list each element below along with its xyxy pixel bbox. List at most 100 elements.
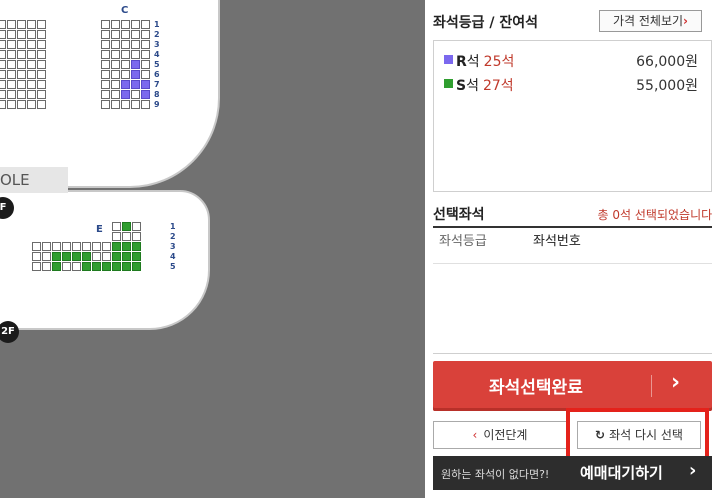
seat [0, 100, 6, 109]
col-seat-number: 좌석번호 [523, 230, 712, 264]
previous-step-button[interactable]: ‹ 이전단계 [433, 421, 567, 449]
col-seat-grade: 좌석등급 [433, 230, 523, 264]
seat [111, 20, 120, 29]
seat-available-r[interactable] [141, 80, 150, 89]
seat [32, 262, 41, 271]
seat [121, 100, 130, 109]
row-label: 1 [170, 222, 176, 231]
seat-available-s[interactable] [112, 242, 121, 251]
seat-gap [62, 232, 71, 241]
selected-seats-header: 선택좌석 총 0석 선택되었습니다. [433, 200, 712, 228]
seat-available-s[interactable] [92, 262, 101, 271]
s-seat-swatch-icon [444, 79, 453, 88]
button-divider [651, 375, 652, 397]
seat [0, 20, 6, 29]
seat [72, 262, 81, 271]
row-label: 2 [170, 232, 176, 241]
seat-available-s[interactable] [52, 262, 61, 271]
seat [101, 100, 110, 109]
seat-available-s[interactable] [52, 252, 61, 261]
seat-available-s[interactable] [62, 252, 71, 261]
seat-available-r[interactable] [121, 80, 130, 89]
seat-available-s[interactable] [82, 252, 91, 261]
seat [101, 60, 110, 69]
seat [62, 262, 71, 271]
seat [7, 100, 16, 109]
grade-header: 좌석등급 / 잔여석 가격 전체보기› [433, 10, 712, 34]
seat [141, 30, 150, 39]
seat-gap [32, 232, 41, 241]
seat [37, 70, 46, 79]
row-label: 8 [154, 90, 160, 99]
console-label: OLE [0, 167, 68, 193]
seat [17, 50, 26, 59]
seat [132, 232, 141, 241]
seat-available-s[interactable] [132, 252, 141, 261]
seat [17, 60, 26, 69]
seat [42, 252, 51, 261]
seat [37, 20, 46, 29]
seat-block-lower [32, 222, 141, 271]
seat [141, 50, 150, 59]
complete-selection-button[interactable]: 좌석선택완료 › [433, 361, 712, 411]
seat-gap [72, 222, 81, 231]
seat [131, 50, 140, 59]
chevron-left-icon: ‹ [472, 428, 478, 442]
seat [141, 40, 150, 49]
view-all-prices-button[interactable]: 가격 전체보기› [599, 10, 702, 32]
waitlist-button[interactable]: 원하는 좌석이 없다면?! 예매대기하기 › [433, 456, 712, 490]
r-seat-swatch-icon [444, 55, 453, 64]
seat-gap [42, 232, 51, 241]
row-labels-lower: 12345 [170, 222, 176, 272]
seat-available-s[interactable] [112, 252, 121, 261]
grade-row-r[interactable]: R석 25석 66,000원 [444, 51, 702, 71]
grade-price: 66,000원 [636, 54, 698, 70]
seat-available-s[interactable] [122, 242, 131, 251]
chevron-right-icon: › [689, 460, 697, 481]
seat [27, 80, 36, 89]
seat [101, 90, 110, 99]
seat-available-r[interactable] [141, 90, 150, 99]
seat-available-s[interactable] [122, 262, 131, 271]
seat-available-s[interactable] [72, 252, 81, 261]
seat-available-s[interactable] [112, 262, 121, 271]
seat [27, 60, 36, 69]
seat [111, 40, 120, 49]
grade-name: R [456, 54, 467, 70]
seat-available-s[interactable] [132, 262, 141, 271]
seat [37, 60, 46, 69]
seat [27, 50, 36, 59]
seat-available-r[interactable] [131, 80, 140, 89]
seat [141, 100, 150, 109]
seat-available-s[interactable] [82, 262, 91, 271]
seat-available-s[interactable] [102, 262, 111, 271]
seat [111, 80, 120, 89]
row-label: 5 [154, 60, 160, 69]
seat-available-r[interactable] [121, 90, 130, 99]
seat [27, 20, 36, 29]
seat [17, 80, 26, 89]
seat-available-s[interactable] [132, 242, 141, 251]
waitlist-prompt: 원하는 좌석이 없다면?! [441, 468, 550, 481]
seat [17, 20, 26, 29]
seat [111, 100, 120, 109]
seat-available-s[interactable] [122, 252, 131, 261]
seat [17, 100, 26, 109]
grade-row-s[interactable]: S석 27석 55,000원 [444, 75, 702, 95]
reset-seats-button[interactable]: ↻ 좌석 다시 선택 [577, 421, 701, 449]
row-label: 5 [170, 262, 176, 271]
seat-available-s[interactable] [122, 222, 131, 231]
row-label: 4 [170, 252, 176, 261]
seat [7, 70, 16, 79]
seat-available-r[interactable] [131, 70, 140, 79]
row-label: 1 [154, 20, 160, 29]
seat [121, 20, 130, 29]
seat [131, 40, 140, 49]
seat-available-r[interactable] [131, 60, 140, 69]
seat [0, 40, 6, 49]
seat [132, 222, 141, 231]
seat [52, 242, 61, 251]
selected-seats-title: 선택좌석 [433, 207, 485, 223]
seat [27, 90, 36, 99]
previous-step-label: 이전단계 [483, 428, 528, 442]
